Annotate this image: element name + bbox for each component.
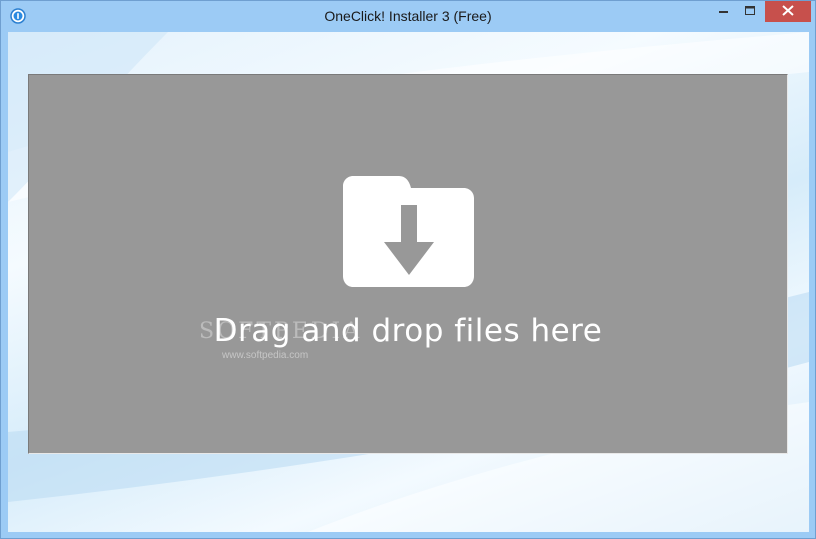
close-button[interactable] — [765, 1, 811, 22]
minimize-icon — [719, 3, 729, 21]
maximize-button[interactable] — [737, 1, 763, 22]
app-window: OneClick! Installer 3 (Free) SOFTPEDIA D… — [0, 0, 816, 539]
close-icon — [782, 3, 794, 21]
drop-zone-label: Drag and drop files here — [213, 313, 603, 349]
folder-download-icon — [343, 176, 474, 293]
minimize-button[interactable] — [711, 1, 737, 22]
client-area: SOFTPEDIA Drag and drop files here www.s… — [8, 32, 809, 532]
window-title: OneClick! Installer 3 (Free) — [324, 8, 492, 24]
drop-zone[interactable]: SOFTPEDIA Drag and drop files here www.s… — [28, 74, 788, 454]
title-bar[interactable]: OneClick! Installer 3 (Free) — [1, 1, 815, 31]
watermark-url: www.softpedia.com — [222, 350, 309, 361]
maximize-icon — [744, 3, 756, 21]
